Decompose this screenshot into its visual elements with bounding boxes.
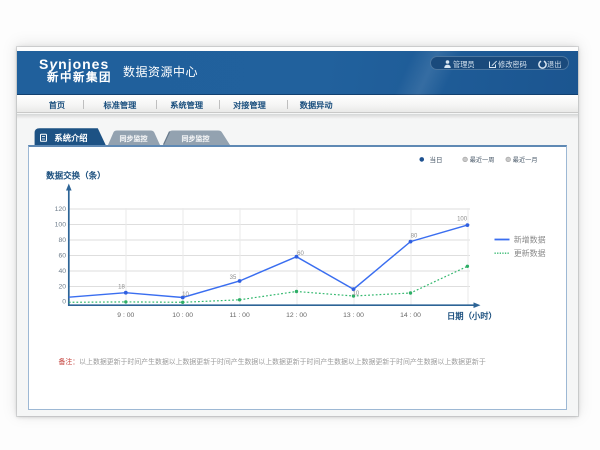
- svg-text:13 : 00: 13 : 00: [343, 312, 364, 319]
- svg-text:10: 10: [182, 292, 189, 298]
- svg-text:40: 40: [58, 268, 66, 275]
- svg-text:10 : 00: 10 : 00: [172, 312, 193, 319]
- svg-text:12 : 00: 12 : 00: [286, 312, 307, 319]
- svg-text:60: 60: [297, 250, 304, 256]
- svg-text:120: 120: [54, 205, 66, 212]
- svg-text:最近一月: 最近一月: [512, 156, 537, 164]
- svg-text:系统介绍: 系统介绍: [54, 133, 87, 143]
- svg-text:14 : 00: 14 : 00: [400, 312, 421, 319]
- svg-text:最近一周: 最近一周: [469, 156, 494, 164]
- svg-text:35: 35: [229, 274, 236, 280]
- svg-text:数据交换（条）: 数据交换（条）: [46, 170, 106, 180]
- svg-text:18: 18: [118, 284, 125, 290]
- svg-text:80: 80: [410, 233, 417, 239]
- svg-text:9 : 00: 9 : 00: [117, 312, 134, 319]
- svg-text:20: 20: [58, 283, 66, 290]
- svg-text:更新数据: 更新数据: [513, 248, 545, 258]
- svg-text:80: 80: [58, 237, 66, 244]
- svg-text:日期（小时）: 日期（小时）: [447, 311, 497, 321]
- svg-text:10: 10: [352, 290, 359, 296]
- svg-text:当日: 当日: [429, 155, 442, 164]
- svg-text:100: 100: [54, 221, 66, 228]
- svg-text:11 : 00: 11 : 00: [229, 312, 250, 319]
- svg-text:同步监控: 同步监控: [120, 134, 148, 143]
- svg-text:60: 60: [58, 252, 66, 259]
- svg-text:同步监控: 同步监控: [182, 134, 210, 143]
- svg-text:0: 0: [62, 298, 66, 305]
- svg-text:新增数据: 新增数据: [513, 234, 545, 244]
- svg-text:100: 100: [457, 216, 468, 222]
